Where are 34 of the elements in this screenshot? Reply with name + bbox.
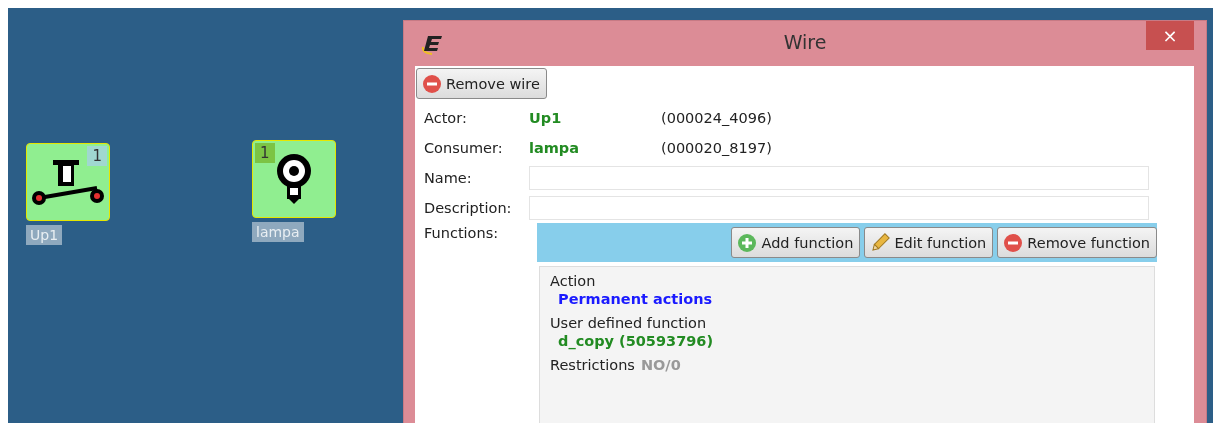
pencil-icon xyxy=(870,232,891,253)
field-value: Up1 xyxy=(529,110,563,126)
detail-label: Action xyxy=(550,273,596,289)
close-button[interactable]: × xyxy=(1146,21,1194,50)
field-label: Name: xyxy=(424,170,473,186)
window-title: Wire xyxy=(783,31,827,53)
id-text: (000024_4096) xyxy=(661,110,773,126)
detail-label: User defined function xyxy=(550,315,707,331)
detail-value: NO/0 xyxy=(640,357,681,373)
lamp-icon xyxy=(274,153,314,205)
node-tile[interactable]: 1 xyxy=(26,143,110,221)
field-label: Functions: xyxy=(424,224,500,241)
detail-value: Permanent actions xyxy=(558,291,713,307)
detail-value: d_copy (50593796) xyxy=(558,333,714,349)
input-field[interactable] xyxy=(529,196,1149,220)
node-badge: 1 xyxy=(255,143,275,163)
field-label: Description: xyxy=(424,200,513,216)
field-label: Actor: xyxy=(424,110,468,126)
function-button[interactable]: Add function xyxy=(731,227,861,258)
node-label: lampa xyxy=(252,222,304,242)
id-text: (000020_8197) xyxy=(661,140,773,156)
plus-icon xyxy=(737,232,758,253)
minus-icon xyxy=(422,73,442,94)
remove-wire-button[interactable]: Remove wire xyxy=(416,68,547,99)
function-button[interactable]: Remove function xyxy=(997,227,1157,258)
field-label: Consumer: xyxy=(424,140,504,156)
field-value: lampa xyxy=(529,140,581,156)
detail-label: Restrictions xyxy=(550,357,635,373)
minus-icon xyxy=(1003,232,1024,253)
input-field[interactable] xyxy=(529,166,1149,190)
node-tile[interactable]: 1 xyxy=(252,140,336,218)
node-badge: 1 xyxy=(87,146,107,166)
node-label: Up1 xyxy=(26,225,63,245)
function-button[interactable]: Edit function xyxy=(864,227,994,258)
